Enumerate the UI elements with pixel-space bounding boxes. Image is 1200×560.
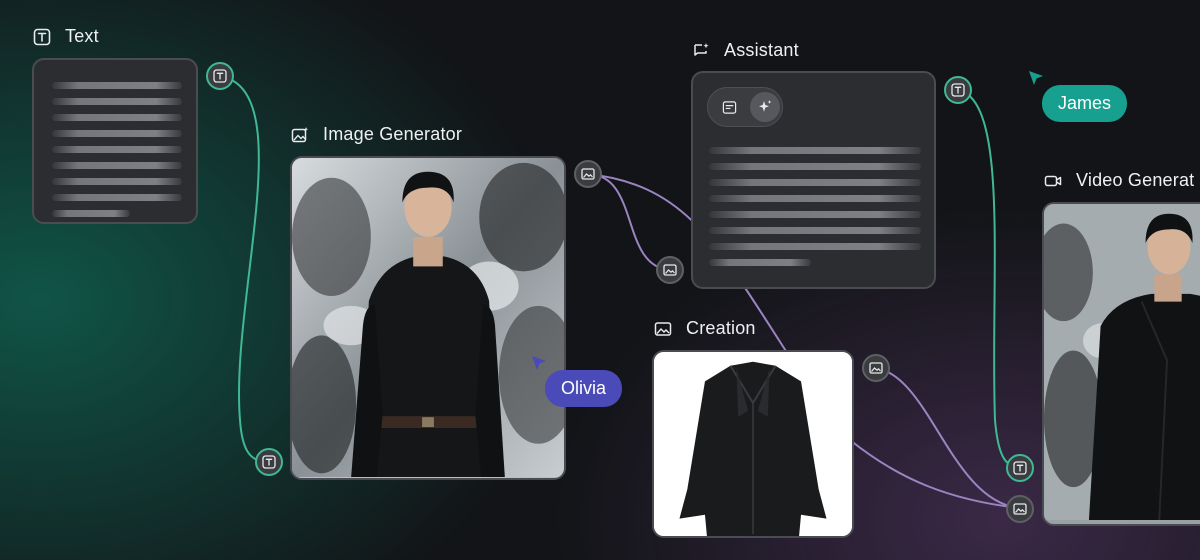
image-generator-output-port[interactable]	[574, 160, 602, 188]
wire-image-to-assistant	[587, 173, 670, 271]
creation-card[interactable]	[652, 350, 854, 538]
image-port-icon	[581, 168, 595, 180]
collaborator-name: James	[1058, 93, 1112, 113]
chat-sparkle-icon	[692, 42, 710, 60]
text-icon	[33, 28, 51, 46]
image-generator-text-input-port[interactable]	[255, 448, 283, 476]
text-content-placeholder	[52, 82, 182, 222]
assistant-card[interactable]	[691, 71, 936, 289]
text-node-card[interactable]	[32, 58, 198, 224]
image-sparkle-icon	[291, 126, 309, 144]
olivia-cursor-icon	[532, 356, 546, 370]
collaborator-tag-james: James	[1042, 85, 1128, 122]
video-generator-title[interactable]: Video Generat	[1044, 170, 1194, 191]
assistant-label: Assistant	[724, 40, 799, 60]
image-icon	[654, 320, 672, 338]
collaborator-name: Olivia	[561, 378, 607, 398]
video-image-input-port[interactable]	[1006, 495, 1034, 523]
creation-output-port[interactable]	[862, 354, 890, 382]
text-port-icon	[262, 455, 276, 469]
list-icon	[722, 100, 736, 114]
image-port-icon	[1013, 503, 1027, 515]
workflow-canvas[interactable]: Text Image Generator Assistant Creation …	[0, 0, 1200, 560]
collaborator-tag-olivia: Olivia	[545, 370, 623, 407]
creation-label: Creation	[686, 318, 756, 338]
text-node-title[interactable]: Text	[33, 26, 99, 47]
ai-sparkle-button[interactable]	[750, 92, 780, 122]
assistant-image-input-port[interactable]	[656, 256, 684, 284]
generated-video-frame[interactable]	[1044, 204, 1200, 521]
video-icon	[1044, 172, 1062, 190]
image-generator-title[interactable]: Image Generator	[291, 124, 462, 145]
prompt-template-button[interactable]	[714, 92, 744, 122]
generated-portrait-image[interactable]	[292, 158, 564, 478]
wire-creation-to-video	[874, 367, 1020, 509]
text-port-icon	[1013, 461, 1027, 475]
image-generator-label: Image Generator	[323, 124, 463, 144]
assistant-content-placeholder	[709, 147, 921, 275]
text-output-port[interactable]	[206, 62, 234, 90]
coat-product-image[interactable]	[654, 352, 852, 536]
image-generator-card[interactable]	[290, 156, 566, 480]
assistant-toolbar	[707, 87, 783, 127]
video-generator-label: Video Generat	[1076, 170, 1195, 190]
text-node-label: Text	[65, 26, 99, 46]
wire-assistant-to-video	[957, 89, 1020, 468]
text-port-icon	[951, 83, 965, 97]
video-generator-card[interactable]	[1042, 202, 1200, 526]
sparkle-icon	[759, 100, 772, 112]
creation-title[interactable]: Creation	[654, 318, 756, 339]
wire-text-to-image-generator	[219, 75, 269, 463]
assistant-title[interactable]: Assistant	[692, 40, 799, 61]
assistant-text-output-port[interactable]	[944, 76, 972, 104]
video-text-input-port[interactable]	[1006, 454, 1034, 482]
image-port-icon	[663, 264, 677, 276]
image-port-icon	[869, 362, 883, 374]
wire-creation-to-video-2	[849, 439, 1020, 509]
james-cursor-icon	[1029, 71, 1043, 85]
text-port-icon	[213, 69, 227, 83]
